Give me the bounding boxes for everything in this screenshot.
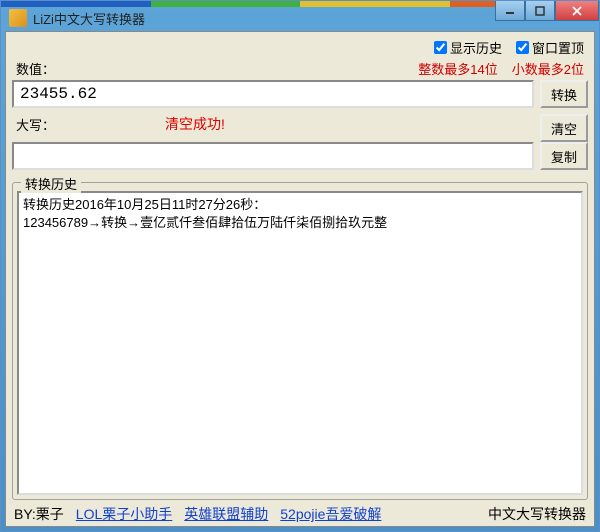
show-history-input[interactable] <box>434 41 447 54</box>
show-history-checkbox[interactable]: 显示历史 <box>434 38 502 57</box>
status-message: 清空成功! <box>165 114 225 134</box>
clear-button[interactable]: 清空 <box>540 114 588 142</box>
show-history-label: 显示历史 <box>450 38 502 57</box>
always-on-top-label: 窗口置顶 <box>532 38 584 57</box>
always-on-top-input[interactable] <box>516 41 529 54</box>
footer-link-1[interactable]: LOL栗子小助手 <box>76 504 172 524</box>
always-on-top-checkbox[interactable]: 窗口置顶 <box>516 38 584 57</box>
app-icon <box>9 9 27 27</box>
history-group: 转换历史 转换历史2016年10月25日11时27分26秒： 123456789… <box>12 182 588 500</box>
daxie-output[interactable] <box>12 142 534 170</box>
close-button[interactable] <box>555 1 599 21</box>
app-window: LiZi中文大写转换器 显示历史 窗口置顶 数值 <box>0 0 600 532</box>
footer-app-name: 中文大写转换器 <box>488 504 586 524</box>
value-input[interactable] <box>12 80 534 108</box>
value-label: 数值： <box>16 59 55 78</box>
footer: BY:栗子 LOL栗子小助手 英雄联盟辅助 52pojie吾爱破解 中文大写转换… <box>12 500 588 524</box>
window-title: LiZi中文大写转换器 <box>33 9 145 28</box>
client-area: 显示历史 窗口置顶 数值： 整数最多14位 小数最多2位 转换 清空 大写： 清… <box>5 31 595 527</box>
hint-integer: 整数最多14位 <box>418 59 497 78</box>
copy-button[interactable]: 复制 <box>540 142 588 170</box>
maximize-button[interactable] <box>525 1 555 21</box>
footer-link-2[interactable]: 英雄联盟辅助 <box>184 504 268 524</box>
footer-link-3[interactable]: 52pojie吾爱破解 <box>280 504 381 524</box>
daxie-label: 大写： <box>16 115 55 134</box>
history-textarea[interactable]: 转换历史2016年10月25日11时27分26秒： 123456789→转换→壹… <box>17 191 583 495</box>
minimize-button[interactable] <box>495 1 525 21</box>
convert-button[interactable]: 转换 <box>540 80 588 108</box>
by-label: BY:栗子 <box>14 504 64 524</box>
history-legend: 转换历史 <box>21 174 81 193</box>
hint-decimal: 小数最多2位 <box>512 59 584 78</box>
